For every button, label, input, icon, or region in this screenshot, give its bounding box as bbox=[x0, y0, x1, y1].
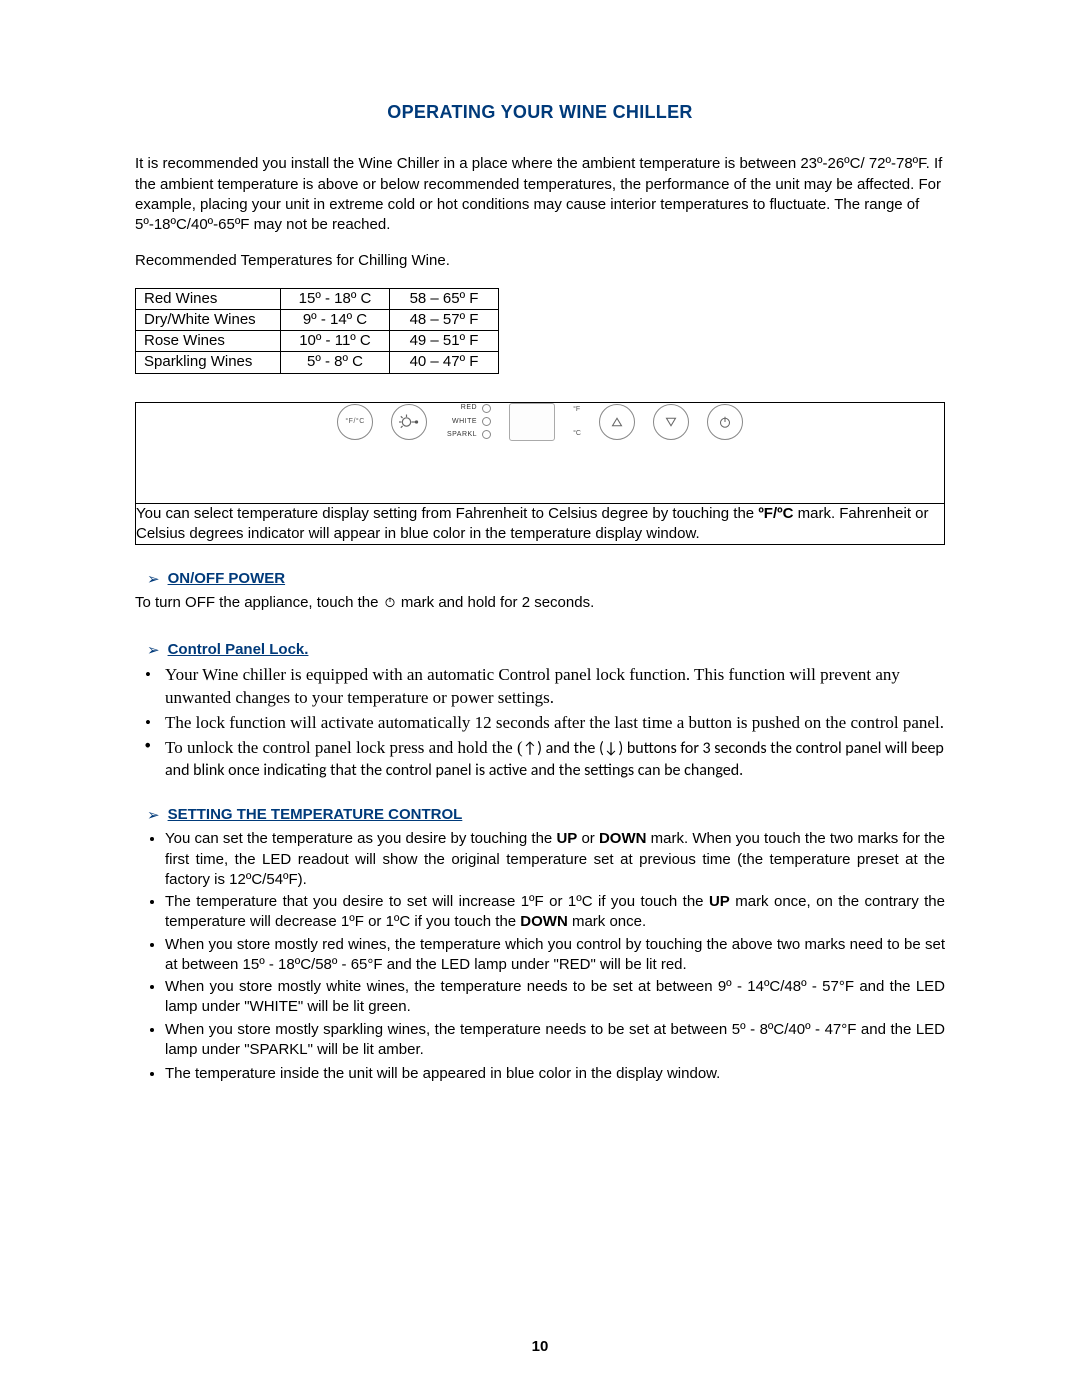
bullet-dot: • bbox=[135, 712, 151, 735]
table-row: Rose Wines 10º - 11º C 49 – 51º F bbox=[136, 331, 499, 352]
onoff-instruction: To turn OFF the appliance, touch the mar… bbox=[135, 593, 945, 615]
manual-page: OPERATING YOUR WINE CHILLER It is recomm… bbox=[0, 0, 1080, 1397]
section-heading-lock: ➢ Control Panel Lock. bbox=[147, 640, 945, 660]
led-indicator bbox=[482, 417, 491, 426]
lock-text-1: Your Wine chiller is equipped with an au… bbox=[165, 664, 945, 710]
bullet-dot: • bbox=[135, 664, 151, 710]
page-title: OPERATING YOUR WINE CHILLER bbox=[135, 100, 945, 124]
recommended-label: Recommended Temperatures for Chilling Wi… bbox=[135, 251, 945, 271]
temp-down-button bbox=[653, 404, 689, 440]
arrow-bullet-icon: ➢ bbox=[147, 641, 160, 661]
bulb-icon bbox=[399, 412, 419, 432]
light-button bbox=[391, 404, 427, 440]
power-button bbox=[707, 404, 743, 440]
lock-text-2: The lock function will activate automati… bbox=[165, 712, 945, 735]
led-indicator bbox=[482, 430, 491, 439]
mode-indicator-column: RED WHITE SPARKL bbox=[445, 403, 491, 439]
lock-text-3: To unlock the control panel lock press a… bbox=[165, 737, 945, 782]
intro-paragraph: It is recommended you install the Wine C… bbox=[135, 154, 945, 235]
wine-name: Dry/White Wines bbox=[136, 309, 281, 330]
list-item: The temperature that you desire to set w… bbox=[165, 892, 945, 933]
list-item: The temperature inside the unit will be … bbox=[165, 1064, 945, 1084]
mode-red-label: RED bbox=[445, 403, 477, 412]
page-number: 10 bbox=[0, 1337, 1080, 1357]
wine-name: Sparkling Wines bbox=[136, 352, 281, 373]
temp-celsius: 15º - 18º C bbox=[281, 288, 390, 309]
list-item: When you store mostly sparkling wines, t… bbox=[165, 1020, 945, 1061]
settemp-list-last: The temperature inside the unit will be … bbox=[135, 1064, 945, 1084]
fc-note: You can select temperature display setti… bbox=[136, 503, 945, 545]
power-icon bbox=[383, 595, 397, 615]
unit-c-label: °C bbox=[573, 429, 581, 438]
temp-celsius: 5º - 8º C bbox=[281, 352, 390, 373]
temperature-display bbox=[509, 403, 555, 441]
unit-indicator-column: °F °C bbox=[573, 405, 581, 438]
led-indicator bbox=[482, 404, 491, 413]
temp-fahrenheit: 58 – 65º F bbox=[390, 288, 499, 309]
section-heading-onoff: ➢ ON/OFF POWER bbox=[147, 569, 945, 589]
list-item: You can set the temperature as you desir… bbox=[165, 829, 945, 890]
mode-sparkl-label: SPARKL bbox=[445, 430, 477, 439]
temperature-table: Red Wines 15º - 18º C 58 – 65º F Dry/Whi… bbox=[135, 288, 499, 374]
wine-name: Red Wines bbox=[136, 288, 281, 309]
control-panel-figure: °F/°C RED bbox=[135, 402, 945, 546]
wine-name: Rose Wines bbox=[136, 331, 281, 352]
table-row: Dry/White Wines 9º - 14º C 48 – 57º F bbox=[136, 309, 499, 330]
temp-fahrenheit: 48 – 57º F bbox=[390, 309, 499, 330]
arrow-bullet-icon: ➢ bbox=[147, 570, 160, 590]
temp-celsius: 10º - 11º C bbox=[281, 331, 390, 352]
lock-section: • Your Wine chiller is equipped with an … bbox=[135, 664, 945, 781]
mode-white-label: WHITE bbox=[445, 417, 477, 426]
fc-toggle-button: °F/°C bbox=[337, 404, 373, 440]
settemp-list: You can set the temperature as you desir… bbox=[135, 829, 945, 1060]
table-row: Red Wines 15º - 18º C 58 – 65º F bbox=[136, 288, 499, 309]
triangle-down-icon bbox=[662, 413, 680, 431]
unit-f-label: °F bbox=[573, 405, 581, 414]
triangle-up-icon bbox=[608, 413, 626, 431]
list-item: When you store mostly white wines, the t… bbox=[165, 977, 945, 1018]
list-item: When you store mostly red wines, the tem… bbox=[165, 935, 945, 976]
temp-up-button bbox=[599, 404, 635, 440]
temp-fahrenheit: 49 – 51º F bbox=[390, 331, 499, 352]
power-icon bbox=[716, 413, 734, 431]
table-row: Sparkling Wines 5º - 8º C 40 – 47º F bbox=[136, 352, 499, 373]
temp-celsius: 9º - 14º C bbox=[281, 309, 390, 330]
temp-fahrenheit: 40 – 47º F bbox=[390, 352, 499, 373]
section-heading-settemp: ➢ SETTING THE TEMPERATURE CONTROL bbox=[147, 805, 945, 825]
arrow-bullet-icon: ➢ bbox=[147, 806, 160, 826]
bullet-dot: • bbox=[135, 737, 151, 782]
